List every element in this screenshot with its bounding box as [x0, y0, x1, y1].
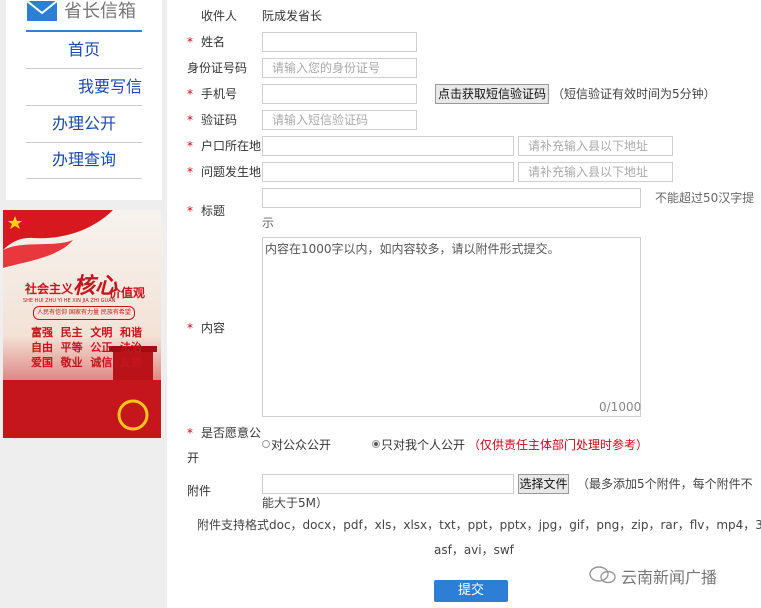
content-label: 内容 [201, 321, 226, 335]
sidebar-item-public-results[interactable]: 办理公开 [26, 106, 142, 143]
banner-values-row3: 爱国 敬业 诚信 友善 [31, 356, 142, 369]
source-watermark: 云南新闻广播 [621, 568, 718, 587]
title-input[interactable] [262, 188, 641, 208]
sidebar-item-home[interactable]: 首页 [26, 32, 142, 69]
required-mark: * [187, 165, 193, 179]
household-label: 户口所在地 [201, 139, 262, 153]
name-input[interactable] [262, 32, 417, 52]
title-label: 标题 [201, 204, 226, 218]
choose-file-button[interactable]: 选择文件 [518, 474, 569, 494]
phone-input[interactable] [262, 84, 417, 104]
get-sms-code-button[interactable]: 点击获取短信验证码 [435, 84, 549, 104]
recipient-label: 收件人 [201, 9, 238, 23]
public-to-all-radio[interactable] [262, 440, 270, 448]
sidebar-title: 省长信箱 [64, 1, 136, 22]
sidebar: 省长信箱 首页 我要写信 办理公开 办理查询 [6, 0, 162, 200]
required-mark: * [187, 426, 193, 440]
sms-code-input[interactable]: 请输入短信验证码 [262, 110, 417, 130]
issue-place-select[interactable] [262, 162, 514, 182]
content-textarea[interactable]: 内容在1000字以内，如内容较多，请以附件形式提交。 [262, 237, 641, 417]
required-mark: * [187, 35, 193, 49]
banner-slogan: 人民有信仰 国家有力量 民族有希望 [33, 306, 135, 320]
private-label[interactable]: 只对我个人公开 [381, 436, 465, 454]
code-label: 验证码 [201, 113, 238, 127]
private-radio[interactable] [372, 440, 380, 448]
public-label: 是否愿意公 [201, 426, 262, 440]
title-hint: 不能超过50汉字提 [655, 191, 755, 205]
core-values-banner[interactable]: 社会主义 核心 价值观 SHE HUI ZHU YI HE XIN JIA ZH… [3, 210, 161, 438]
id-label: 身份证号码 [187, 61, 248, 75]
attachment-formats-continued: asf，avi，swf [434, 543, 514, 557]
household-address-input[interactable]: 请补充输入县以下地址 [518, 136, 673, 156]
public-to-all-label[interactable]: 对公众公开 [271, 436, 331, 454]
sidebar-item-write-letter[interactable]: 我要写信 [26, 69, 142, 106]
required-mark: * [187, 113, 193, 127]
required-mark: * [187, 321, 193, 335]
sidebar-item-query[interactable]: 办理查询 [26, 142, 142, 179]
attachment-hint: （最多添加5个附件，每个附件不 [577, 477, 753, 491]
name-label: 姓名 [201, 35, 226, 49]
banner-title-part1: 社会主义 [25, 282, 74, 296]
required-mark: * [187, 204, 193, 218]
attachment-label: 附件 [187, 484, 212, 498]
issue-address-input[interactable]: 请补充输入县以下地址 [518, 162, 673, 182]
required-mark: * [187, 87, 193, 101]
household-select[interactable] [262, 136, 514, 156]
envelope-icon [26, 0, 58, 21]
banner-values-row1: 富强 民主 文明 和谐 [31, 326, 142, 339]
attachment-path-input[interactable] [262, 474, 514, 494]
recipient-value: 阮成发省长 [262, 9, 323, 23]
issue-place-label: 问题发生地 [201, 165, 262, 179]
attachment-formats: 附件支持格式doc，docx，pdf，xls，xlsx，txt，ppt，pptx… [197, 518, 761, 532]
attachment-hint-continued: 能大于5M） [262, 496, 328, 510]
banner-values-row2: 自由 平等 公正 法治 [31, 341, 142, 354]
banner-pinyin: SHE HUI ZHU YI HE XIN JIA ZHI GUAN [23, 298, 116, 304]
public-label-continued: 开 [187, 451, 200, 465]
sms-hint: （短信验证有效时间为5分钟） [552, 87, 716, 101]
public-note: （仅供责任主体部门处理时参考） [468, 438, 649, 452]
required-mark: * [187, 139, 193, 153]
content-char-counter: 0/1000 [599, 400, 642, 414]
title-hint-continued: 示 [262, 216, 275, 230]
phone-label: 手机号 [201, 87, 238, 101]
wechat-icon [589, 566, 616, 584]
submit-button[interactable]: 提交 [434, 580, 508, 602]
id-number-input[interactable]: 请输入您的身份证号 [262, 58, 417, 78]
